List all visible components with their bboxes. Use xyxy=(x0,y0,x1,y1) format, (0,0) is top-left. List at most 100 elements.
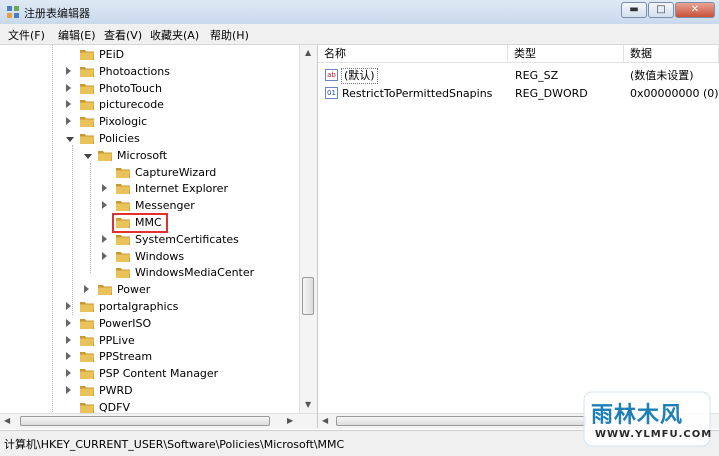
folder-icon xyxy=(80,66,94,77)
folder-icon xyxy=(80,335,94,346)
status-path: 计算机\HKEY_CURRENT_USER\Software\Policies\… xyxy=(4,438,345,451)
column-header-name[interactable]: 名称 xyxy=(318,45,508,63)
collapsed-arrow-icon[interactable] xyxy=(66,83,71,92)
folder-icon xyxy=(116,251,130,262)
minimize-button[interactable]: ▬ xyxy=(621,2,647,18)
tree-item-label: PPStream xyxy=(99,350,153,364)
tree-item-label: WindowsMediaCenter xyxy=(135,266,255,280)
tree-item-label: picturecode xyxy=(99,98,164,112)
folder-icon xyxy=(116,234,130,245)
scroll-up-arrow-icon[interactable]: ▲ xyxy=(305,48,311,57)
scroll-down-arrow-icon[interactable]: ▼ xyxy=(305,400,311,409)
collapsed-arrow-icon[interactable] xyxy=(66,117,71,126)
watermark-name: 雨林木风 xyxy=(591,403,684,428)
tree-vertical-scrollbar[interactable]: ▲ ▼ xyxy=(299,45,317,413)
tree-item-label: QDFV xyxy=(99,400,130,414)
collapsed-arrow-icon[interactable] xyxy=(102,201,107,210)
tree-item-label: PEiD xyxy=(99,48,125,61)
collapsed-arrow-icon[interactable] xyxy=(66,318,71,327)
tree-item-label: PowerISO xyxy=(99,316,152,330)
collapsed-arrow-icon[interactable] xyxy=(66,352,71,361)
value-type: REG_DWORD xyxy=(515,87,588,100)
tree-item-label: Messenger xyxy=(135,199,195,213)
values-list[interactable]: 名称 类型 数据 ab (默认) REG_SZ (数值未设置) 01 Restr… xyxy=(318,45,719,413)
tree-horizontal-scrollbar[interactable]: ◀ ▶ xyxy=(0,413,317,429)
tree-item-label: portalgraphics xyxy=(99,300,179,313)
scroll-right-arrow-icon[interactable]: ▶ xyxy=(287,416,293,425)
collapsed-arrow-icon[interactable] xyxy=(66,369,71,378)
column-header-type[interactable]: 类型 xyxy=(508,45,624,63)
folder-icon xyxy=(80,302,94,312)
expanded-arrow-icon[interactable] xyxy=(84,153,92,159)
value-data: (数值未设置) xyxy=(630,69,694,82)
tree-item-label: PPLive xyxy=(99,333,135,347)
collapsed-arrow-icon[interactable] xyxy=(102,251,107,260)
watermark-logo: 雨林木风 WWW.YLMFU.COM xyxy=(583,391,713,451)
value-row-default[interactable]: ab (默认) REG_SZ (数值未设置) xyxy=(318,67,719,84)
menu-file[interactable]: 文件(F) xyxy=(8,27,45,43)
tree-item-label: PhotoTouch xyxy=(99,81,162,95)
column-header-data[interactable]: 数据 xyxy=(624,45,719,63)
watermark-url: WWW.YLMFU.COM xyxy=(595,429,713,440)
tree-guide-line xyxy=(52,45,53,428)
tree-item-label: Power xyxy=(117,283,151,297)
folder-icon xyxy=(80,386,94,396)
expanded-arrow-icon[interactable] xyxy=(66,137,74,142)
collapsed-arrow-icon[interactable] xyxy=(102,234,107,243)
folder-icon xyxy=(116,201,130,212)
folder-icon xyxy=(80,117,94,128)
tree-item-label: SystemCertificates xyxy=(135,232,239,246)
tree-item-label: PSP Content Manager xyxy=(99,367,219,381)
folder-icon xyxy=(80,352,94,363)
regedit-app-icon xyxy=(7,6,19,18)
scroll-left-arrow-icon[interactable]: ◀ xyxy=(322,416,328,425)
collapsed-arrow-icon[interactable] xyxy=(66,302,71,310)
menu-bar: 文件(F) 编辑(E) 查看(V) 收藏夹(A) 帮助(H) xyxy=(0,24,719,45)
tree-item-label: Internet Explorer xyxy=(135,182,228,196)
collapsed-arrow-icon[interactable] xyxy=(84,285,89,294)
title-bar: 注册表编辑器 ▬ □ ✕ xyxy=(0,0,719,25)
tree-vscroll-thumb[interactable] xyxy=(302,277,314,315)
close-button[interactable]: ✕ xyxy=(675,2,715,18)
value-type: REG_SZ xyxy=(515,69,559,82)
menu-help[interactable]: 帮助(H) xyxy=(210,27,249,43)
tree-guide-line xyxy=(90,163,91,273)
folder-icon xyxy=(80,100,94,111)
value-row-restrict[interactable]: 01 RestrictToPermittedSnapins REG_DWORD … xyxy=(318,85,719,102)
tree-item-label: PWRD xyxy=(99,384,133,397)
tree-item-label: CaptureWizard xyxy=(135,165,217,179)
menu-edit[interactable]: 编辑(E) xyxy=(58,27,96,43)
window-title: 注册表编辑器 xyxy=(24,7,90,20)
tree-hscroll-thumb[interactable] xyxy=(20,416,270,426)
collapsed-arrow-icon[interactable] xyxy=(66,335,71,344)
value-name: (默认) xyxy=(341,68,378,84)
list-hscroll-thumb[interactable] xyxy=(336,416,586,426)
maximize-button[interactable]: □ xyxy=(648,2,674,18)
folder-icon xyxy=(80,50,94,60)
folder-icon xyxy=(80,83,94,94)
selected-key-highlight xyxy=(112,213,168,233)
collapsed-arrow-icon[interactable] xyxy=(66,66,71,75)
folder-icon xyxy=(98,150,112,161)
folder-icon xyxy=(80,402,94,413)
tree-item-label: Photoactions xyxy=(99,64,170,78)
collapsed-arrow-icon[interactable] xyxy=(66,386,71,394)
dword-value-icon: 01 xyxy=(325,87,338,99)
folder-icon xyxy=(80,318,94,329)
collapsed-arrow-icon[interactable] xyxy=(66,100,71,109)
value-data: 0x00000000 (0) xyxy=(630,87,719,100)
tree-guide-line xyxy=(72,145,73,315)
registry-tree[interactable]: PEiD Photoactions PhotoTouch picturecode Pix… xyxy=(0,45,318,428)
folder-icon xyxy=(80,134,94,144)
tree-item-label: Microsoft xyxy=(117,148,168,162)
folder-icon xyxy=(98,285,112,296)
tree-item-label: Policies xyxy=(99,132,140,145)
scroll-left-arrow-icon[interactable]: ◀ xyxy=(4,416,10,425)
folder-icon xyxy=(80,369,94,380)
window-controls: ▬ □ ✕ xyxy=(620,2,715,20)
menu-favorites[interactable]: 收藏夹(A) xyxy=(150,27,199,43)
menu-view[interactable]: 查看(V) xyxy=(104,27,142,43)
folder-icon xyxy=(116,268,130,279)
collapsed-arrow-icon[interactable] xyxy=(102,184,107,193)
tree-item-label: Pixologic xyxy=(99,115,148,129)
